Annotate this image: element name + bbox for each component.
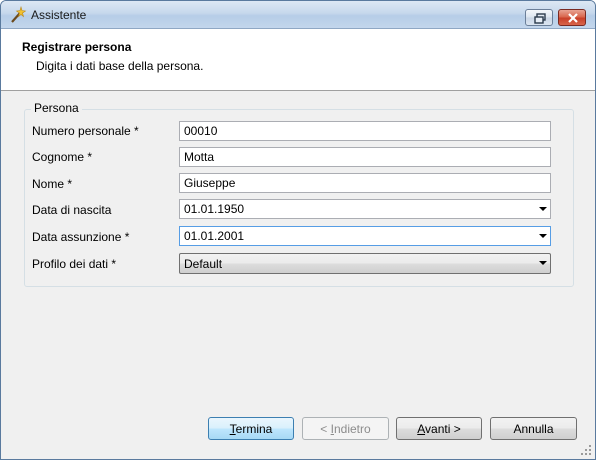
numero-personale-label: Numero personale * bbox=[32, 124, 139, 138]
profilo-dati-value: Default bbox=[184, 257, 223, 271]
chevron-down-icon[interactable] bbox=[539, 207, 547, 211]
numero-personale-field[interactable]: 00010 bbox=[179, 121, 551, 141]
data-assunzione-label: Data assunzione * bbox=[32, 230, 130, 244]
annulla-button[interactable]: Annulla bbox=[490, 417, 577, 440]
close-icon bbox=[568, 13, 578, 23]
wizard-window: Assistente Registrare persona Digita i d… bbox=[0, 0, 596, 460]
chevron-down-icon[interactable] bbox=[539, 234, 547, 238]
wizard-wand-icon bbox=[9, 5, 27, 24]
page-title: Registrare persona bbox=[22, 40, 132, 54]
resize-grip-icon[interactable] bbox=[580, 444, 592, 456]
profilo-dati-label: Profilo dei dati * bbox=[32, 257, 117, 271]
data-assunzione-value: 01.01.2001 bbox=[184, 229, 245, 243]
nome-field[interactable]: Giuseppe bbox=[179, 173, 551, 193]
data-assunzione-date-picker[interactable]: 01.01.2001 bbox=[179, 226, 551, 246]
chevron-down-icon[interactable] bbox=[539, 261, 547, 265]
restore-button[interactable] bbox=[525, 9, 553, 26]
title-bar[interactable]: Assistente bbox=[1, 1, 595, 29]
avanti-button[interactable]: Avanti > bbox=[396, 417, 482, 440]
cognome-label: Cognome * bbox=[32, 150, 93, 164]
close-button[interactable] bbox=[558, 9, 586, 26]
termina-button[interactable]: Termina bbox=[208, 417, 294, 440]
data-nascita-date-picker[interactable]: 01.01.1950 bbox=[179, 199, 551, 219]
cognome-field[interactable]: Motta bbox=[179, 147, 551, 167]
wizard-header: Registrare persona Digita i dati base de… bbox=[1, 29, 595, 91]
nome-label: Nome * bbox=[32, 177, 73, 191]
indietro-button[interactable]: < Indietro bbox=[302, 417, 389, 440]
wizard-body: Persona Numero personale * 00010 Cognome… bbox=[1, 92, 595, 459]
data-nascita-label: Data di nascita bbox=[32, 203, 112, 217]
restore-window-icon bbox=[534, 13, 546, 24]
page-subtitle: Digita i dati base della persona. bbox=[36, 59, 204, 73]
window-title: Assistente bbox=[31, 8, 87, 22]
data-nascita-value: 01.01.1950 bbox=[184, 202, 245, 216]
group-legend: Persona bbox=[31, 101, 82, 115]
profilo-dati-select[interactable]: Default bbox=[179, 253, 551, 274]
